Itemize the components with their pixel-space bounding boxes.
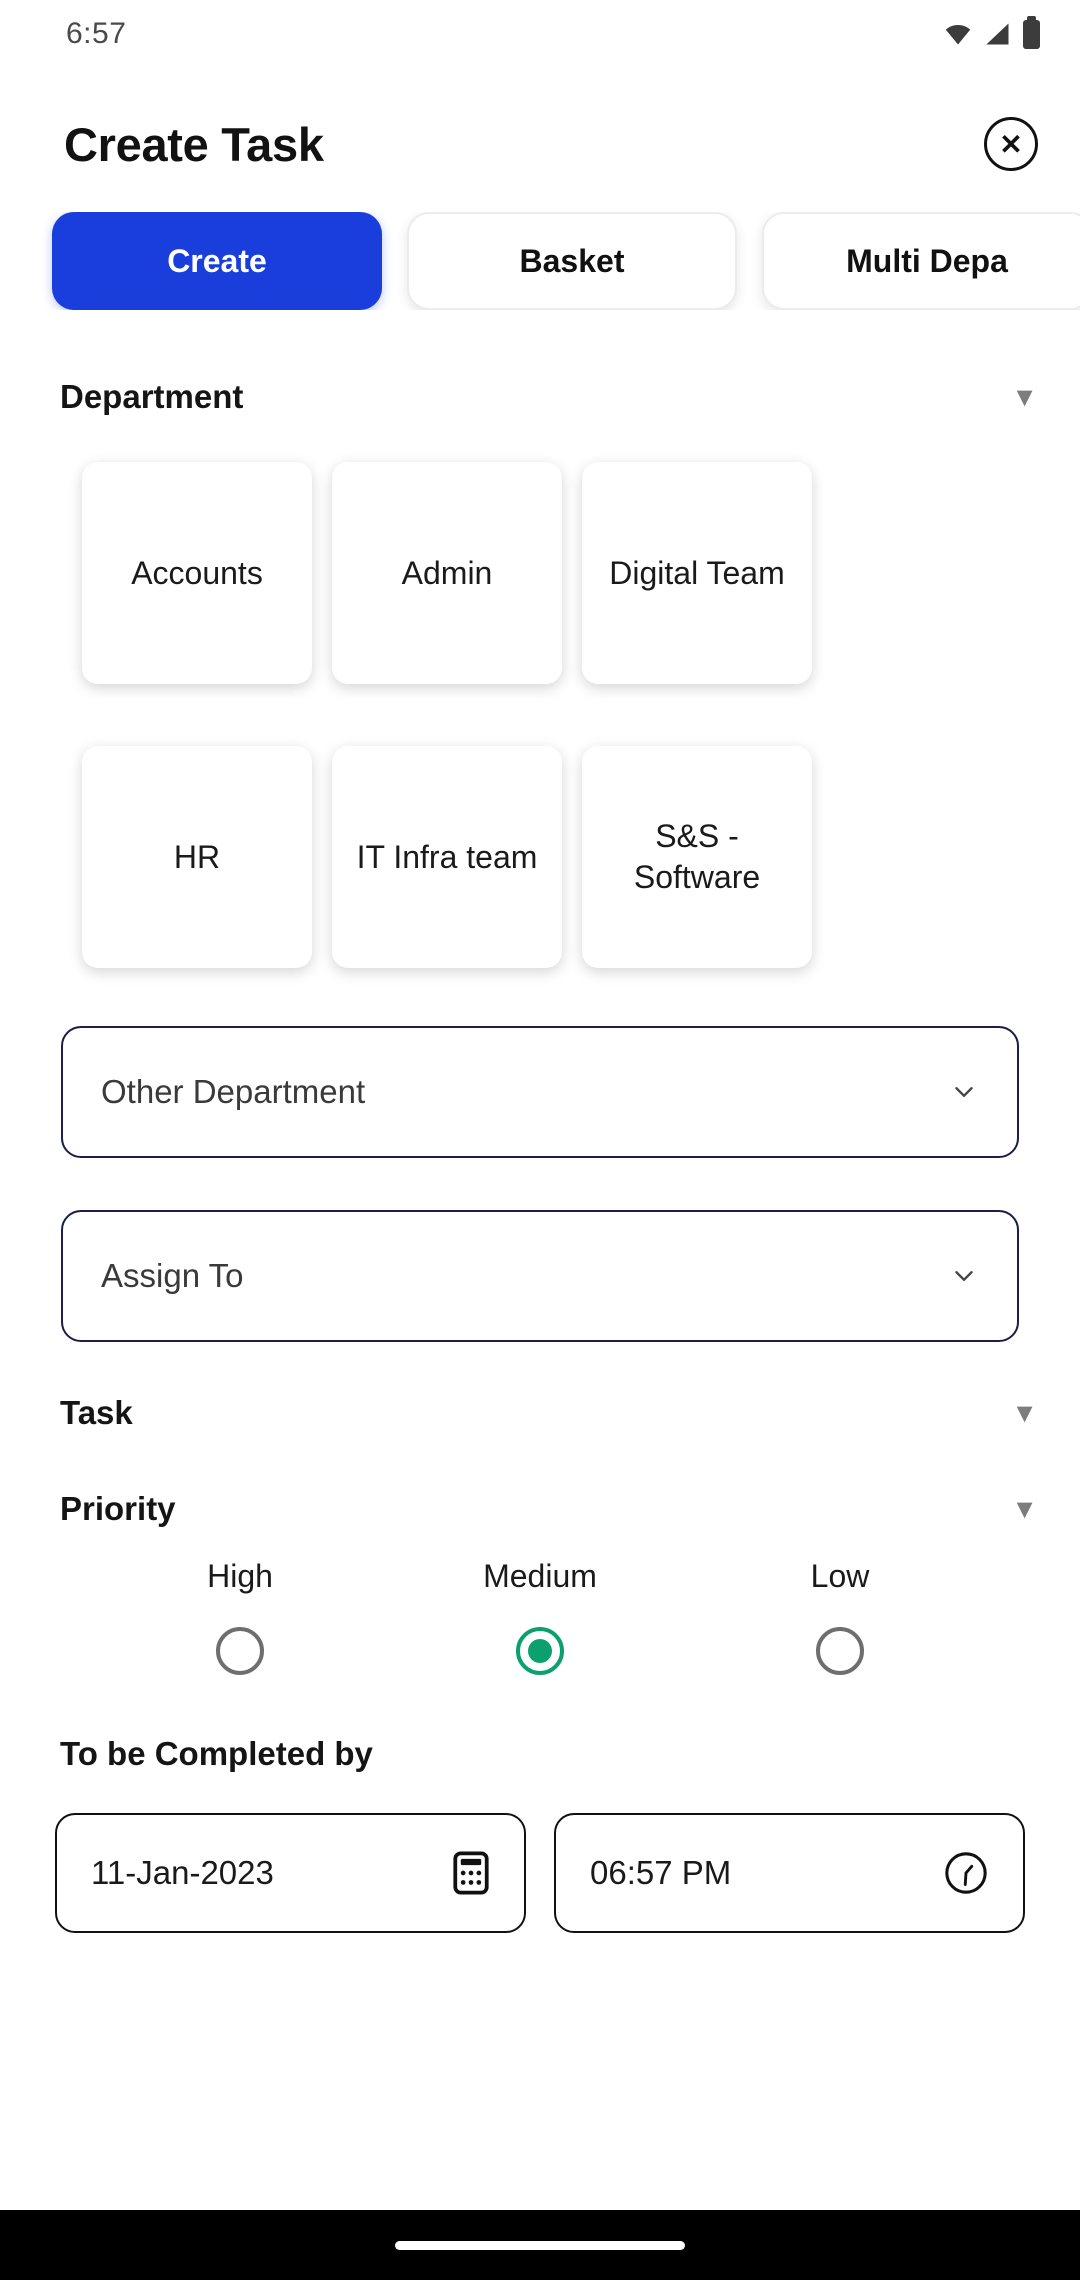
due-date-field[interactable]: 11-Jan-2023 [55, 1813, 526, 1933]
chevron-down-icon [955, 1271, 973, 1281]
priority-label-row: High Medium Low [0, 1558, 1080, 1595]
chevron-down-icon-priority[interactable]: ▼ [1011, 1495, 1038, 1523]
due-time-value: 06:57 PM [590, 1854, 732, 1891]
radio-selected-icon [516, 1627, 564, 1675]
priority-radio-medium[interactable] [390, 1627, 690, 1675]
system-navigation-bar [0, 2210, 1080, 2280]
status-time: 6:57 [66, 17, 127, 50]
department-card-accounts[interactable]: Accounts [82, 462, 312, 684]
completed-by-title: To be Completed by [60, 1735, 373, 1772]
completed-by-header: To be Completed by [0, 1735, 1080, 1773]
department-label: Admin [401, 554, 493, 591]
chevron-down-icon-task[interactable]: ▼ [1011, 1399, 1038, 1427]
page-title: Create Task [64, 117, 324, 171]
chevron-down-icon [955, 1087, 973, 1097]
chevron-down-icon-department[interactable]: ▼ [1011, 383, 1038, 411]
status-bar: 6:57 [0, 0, 1080, 68]
department-card-ss-software[interactable]: S&S - Software [582, 746, 812, 968]
calendar-icon[interactable] [452, 1851, 490, 1895]
priority-section-header: Priority ▼ [0, 1490, 1080, 1528]
department-title: Department [60, 378, 244, 415]
department-grid: Accounts Admin Digital Team HR IT Infra … [0, 462, 1080, 968]
priority-radio-low[interactable] [690, 1627, 990, 1675]
department-label: S&S - Software [633, 818, 761, 895]
priority-title: Priority [60, 1490, 176, 1527]
priority-radio-high[interactable] [90, 1627, 390, 1675]
department-label: Digital Team [609, 554, 785, 591]
tab-create[interactable]: Create [52, 212, 382, 310]
wifi-icon [945, 24, 971, 45]
priority-label-high: High [207, 1558, 273, 1594]
due-date-value: 11-Jan-2023 [91, 1854, 274, 1891]
department-card-it-infra-team[interactable]: IT Infra team [332, 746, 562, 968]
tab-multi-department[interactable]: Multi Depa [762, 212, 1080, 310]
page-header: Create Task ✕ [0, 96, 1080, 192]
department-section-header: Department ▼ [0, 378, 1080, 416]
tab-basket[interactable]: Basket [407, 212, 737, 310]
priority-label-low: Low [810, 1558, 870, 1594]
home-gesture-pill[interactable] [395, 2240, 685, 2250]
due-time-field[interactable]: 06:57 PM [554, 1813, 1025, 1933]
department-label: IT Infra team [356, 838, 538, 875]
assign-to-value: Assign To [101, 1257, 244, 1294]
radio-unselected-icon [216, 1627, 264, 1675]
other-department-value: Other Department [101, 1073, 366, 1110]
assign-to-dropdown[interactable]: Assign To [61, 1210, 1019, 1342]
other-department-dropdown[interactable]: Other Department [61, 1026, 1019, 1158]
create-task-screen: 6:57 Create Task ✕ Create Basket Multi D… [0, 0, 1080, 2280]
radio-unselected-icon [816, 1627, 864, 1675]
clock-icon[interactable] [943, 1850, 989, 1896]
priority-label-medium: Medium [483, 1558, 597, 1594]
department-card-admin[interactable]: Admin [332, 462, 562, 684]
task-title: Task [60, 1394, 133, 1431]
due-datetime-row: 11-Jan-2023 06:57 PM [0, 1813, 1080, 1933]
priority-radio-row [0, 1627, 1080, 1675]
task-section-header: Task ▼ [0, 1394, 1080, 1432]
close-icon[interactable]: ✕ [984, 117, 1038, 171]
signal-icon [986, 23, 1009, 45]
department-card-hr[interactable]: HR [82, 746, 312, 968]
department-card-digital-team[interactable]: Digital Team [582, 462, 812, 684]
department-label: HR [173, 838, 221, 875]
status-icon-group [943, 15, 1040, 49]
department-label: Accounts [131, 554, 263, 591]
battery-icon [1023, 15, 1040, 49]
tab-bar: Create Basket Multi Depa [0, 212, 1080, 310]
